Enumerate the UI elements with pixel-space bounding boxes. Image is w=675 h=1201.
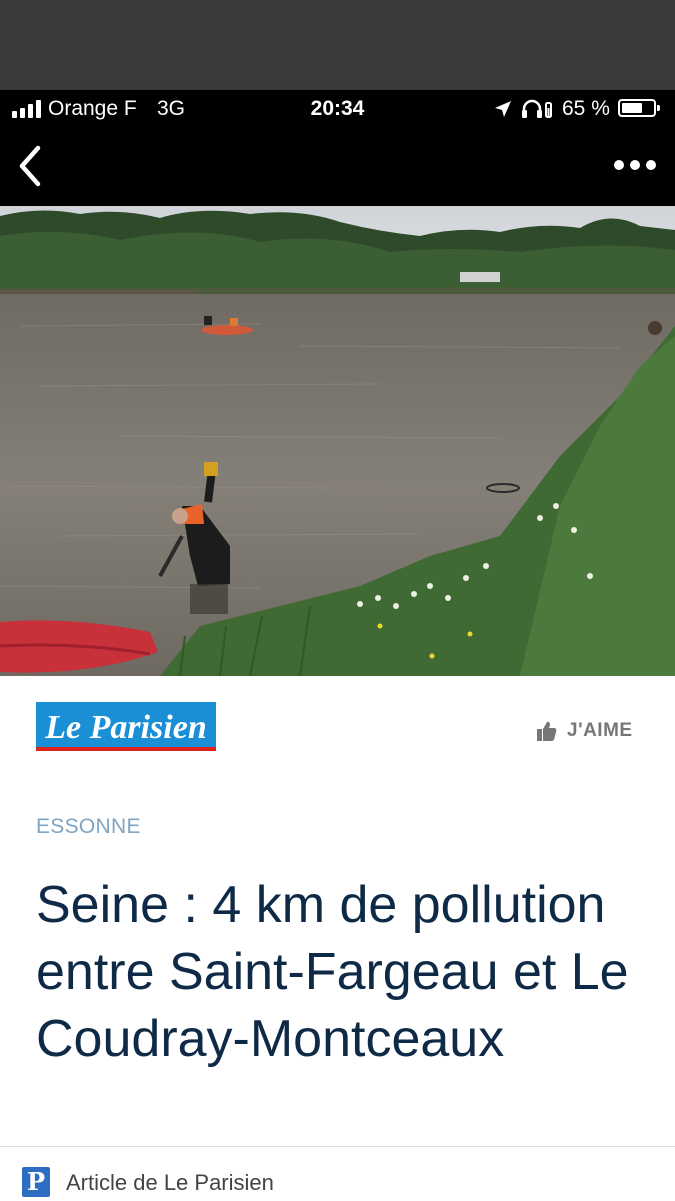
location-arrow-icon [495,101,511,117]
article-photo [0,206,675,676]
battery-icon [618,99,660,117]
like-button[interactable]: J'AIME [536,716,633,746]
battery-fill [622,103,642,113]
status-bar: Orange F 3G 20:34 65 % [0,90,675,128]
nav-bar [0,128,675,206]
svg-text:Le Parisien: Le Parisien [44,709,206,746]
chevron-left-icon[interactable] [14,144,48,188]
le-parisien-logo: Le Parisien [36,702,216,751]
le-parisien-badge-icon: P [22,1167,50,1197]
signal-strength-icon [12,100,41,118]
source-footer[interactable]: P Article de Le Parisien [0,1146,675,1201]
network-type: 3G [157,97,186,120]
section-label[interactable]: ESSONNE [36,815,141,839]
battery-percentage: 65 % [562,97,610,120]
ellipsis-icon[interactable] [612,150,658,180]
article-headline: Seine : 4 km de pollution entre Saint-Fa… [36,876,629,1068]
like-label: J'AIME [567,720,633,741]
source-label: Article de Le Parisien [66,1170,274,1195]
thumbs-up-icon [537,721,557,741]
top-margin-bar [0,0,675,90]
carrier-name: Orange F [48,97,137,120]
headphones-icon [522,99,552,118]
